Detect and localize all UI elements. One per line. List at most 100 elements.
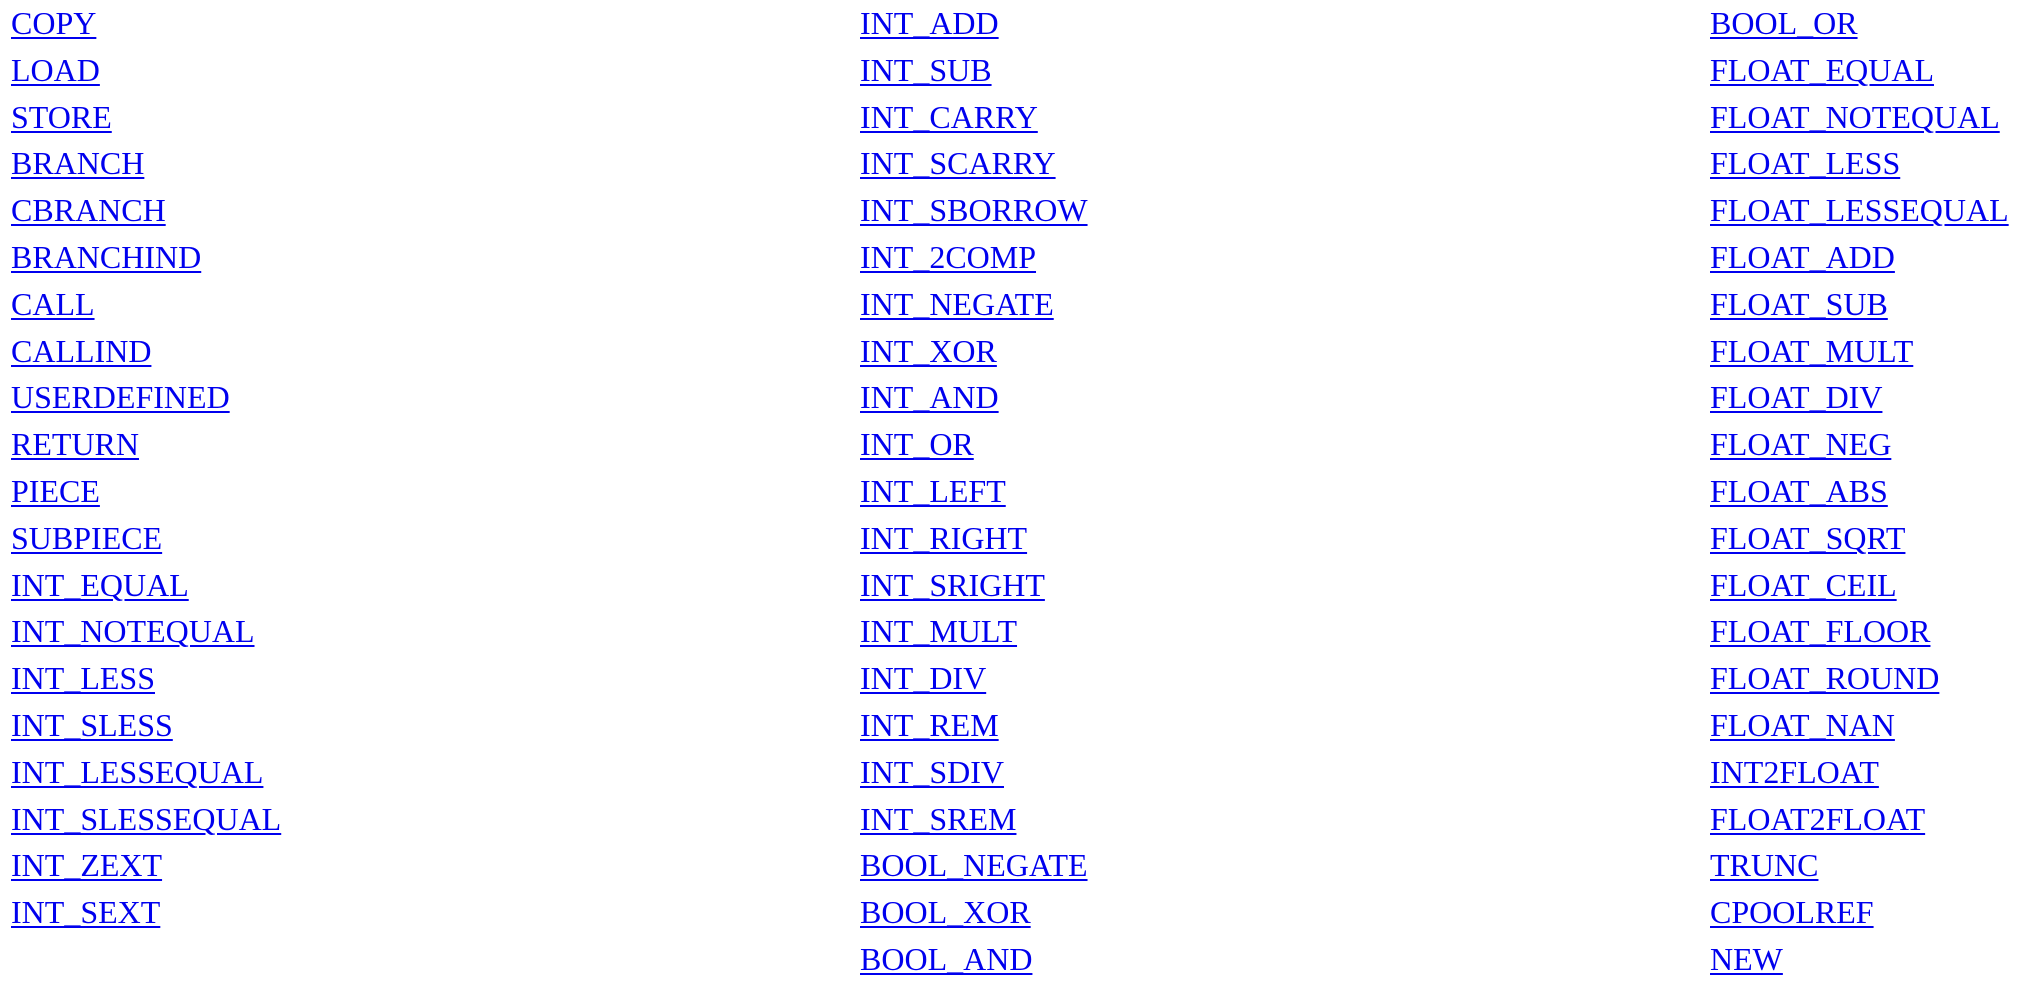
list-item: FLOAT_NEG <box>1710 424 2009 471</box>
opcode-link[interactable]: INT_NOTEQUAL <box>11 613 255 649</box>
opcode-link[interactable]: FLOAT_EQUAL <box>1710 52 1934 88</box>
list-item: INT_EQUAL <box>11 565 281 612</box>
opcode-link[interactable]: USERDEFINED <box>11 379 230 415</box>
opcode-link[interactable]: INT_MULT <box>860 613 1017 649</box>
opcode-link[interactable]: INT_LESS <box>11 660 155 696</box>
opcode-link[interactable]: FLOAT_SQRT <box>1710 520 1905 556</box>
opcode-link[interactable]: BOOL_AND <box>860 941 1032 977</box>
opcode-link[interactable]: FLOAT_ROUND <box>1710 660 1939 696</box>
opcode-link[interactable]: FLOAT_NAN <box>1710 707 1895 743</box>
opcode-link[interactable]: INT_SDIV <box>860 754 1004 790</box>
list-item: BOOL_AND <box>860 939 1088 986</box>
opcode-link[interactable]: INT_SREM <box>860 801 1016 837</box>
list-item: BOOL_XOR <box>860 892 1088 939</box>
list-item: FLOAT_NAN <box>1710 705 2009 752</box>
opcode-link[interactable]: CALLIND <box>11 333 151 369</box>
opcode-link[interactable]: BOOL_OR <box>1710 5 1858 41</box>
opcode-link[interactable]: RETURN <box>11 426 139 462</box>
list-item: INT2FLOAT <box>1710 752 2009 799</box>
opcode-link[interactable]: CALL <box>11 286 95 322</box>
opcode-link[interactable]: FLOAT_NEG <box>1710 426 1891 462</box>
opcode-link[interactable]: FLOAT_LESS <box>1710 145 1900 181</box>
opcode-link[interactable]: INT_XOR <box>860 333 997 369</box>
opcode-link[interactable]: BRANCHIND <box>11 239 201 275</box>
list-item: FLOAT_NOTEQUAL <box>1710 97 2009 144</box>
opcode-link[interactable]: FLOAT_DIV <box>1710 379 1882 415</box>
list-item: TRUNC <box>1710 845 2009 892</box>
list-item: INT_OR <box>860 424 1088 471</box>
opcode-link[interactable]: INT_ZEXT <box>11 847 162 883</box>
opcode-link[interactable]: INT_ADD <box>860 5 999 41</box>
opcode-link[interactable]: NEW <box>1710 941 1783 977</box>
opcode-link[interactable]: COPY <box>11 5 96 41</box>
opcode-link[interactable]: FLOAT_CEIL <box>1710 567 1897 603</box>
list-item: INT_SDIV <box>860 752 1088 799</box>
opcode-link[interactable]: INT_NEGATE <box>860 286 1054 322</box>
link-column-3: BOOL_OR FLOAT_EQUAL FLOAT_NOTEQUAL FLOAT_LE… <box>1710 3 2009 986</box>
opcode-link[interactable]: INT_CARRY <box>860 99 1038 135</box>
list-item: CALLIND <box>11 331 281 378</box>
list-item: INT_ZEXT <box>11 845 281 892</box>
list-item: PIECE <box>11 471 281 518</box>
opcode-link[interactable]: TRUNC <box>1710 847 1818 883</box>
opcode-link[interactable]: FLOAT_SUB <box>1710 286 1888 322</box>
opcode-link[interactable]: FLOAT_FLOOR <box>1710 613 1930 649</box>
list-item: NEW <box>1710 939 2009 986</box>
opcode-link[interactable]: INT_EQUAL <box>11 567 189 603</box>
list-item: LOAD <box>11 50 281 97</box>
list-item: FLOAT_MULT <box>1710 331 2009 378</box>
list-item: FLOAT_LESSEQUAL <box>1710 190 2009 237</box>
opcode-link[interactable]: FLOAT_MULT <box>1710 333 1913 369</box>
opcode-link[interactable]: BOOL_NEGATE <box>860 847 1088 883</box>
list-item: INT_NOTEQUAL <box>11 611 281 658</box>
opcode-link[interactable]: INT_AND <box>860 379 999 415</box>
opcode-link[interactable]: INT_SCARRY <box>860 145 1056 181</box>
list-item: INT_SCARRY <box>860 143 1088 190</box>
opcode-link[interactable]: INT_SRIGHT <box>860 567 1045 603</box>
opcode-link[interactable]: STORE <box>11 99 112 135</box>
opcode-link[interactable]: INT_2COMP <box>860 239 1036 275</box>
opcode-link[interactable]: FLOAT_NOTEQUAL <box>1710 99 2000 135</box>
opcode-link[interactable]: LOAD <box>11 52 100 88</box>
opcode-link[interactable]: INT_LESSEQUAL <box>11 754 263 790</box>
opcode-link[interactable]: INT_RIGHT <box>860 520 1027 556</box>
link-column-1: COPY LOAD STORE BRANCH CBRANCH BRANCHIND CALL C… <box>11 3 281 939</box>
opcode-link[interactable]: INT_SEXT <box>11 894 160 930</box>
opcode-link[interactable]: INT_DIV <box>860 660 986 696</box>
list-item: FLOAT_ROUND <box>1710 658 2009 705</box>
list-item: INT_CARRY <box>860 97 1088 144</box>
list-item: FLOAT_LESS <box>1710 143 2009 190</box>
opcode-link[interactable]: CPOOLREF <box>1710 894 1874 930</box>
opcode-link[interactable]: FLOAT_LESSEQUAL <box>1710 192 2009 228</box>
list-item: INT_XOR <box>860 331 1088 378</box>
list-item: FLOAT_DIV <box>1710 377 2009 424</box>
opcode-link[interactable]: CBRANCH <box>11 192 166 228</box>
opcode-link[interactable]: INT_SLESSEQUAL <box>11 801 281 837</box>
opcode-link[interactable]: BRANCH <box>11 145 144 181</box>
list-item: INT_SLESSEQUAL <box>11 799 281 846</box>
opcode-link[interactable]: PIECE <box>11 473 100 509</box>
list-item: CBRANCH <box>11 190 281 237</box>
opcode-link[interactable]: INT_SLESS <box>11 707 173 743</box>
list-item: BRANCHIND <box>11 237 281 284</box>
opcode-link[interactable]: FLOAT2FLOAT <box>1710 801 1925 837</box>
list-item: BRANCH <box>11 143 281 190</box>
list-item: BOOL_NEGATE <box>860 845 1088 892</box>
opcode-link[interactable]: SUBPIECE <box>11 520 162 556</box>
opcode-link[interactable]: FLOAT_ABS <box>1710 473 1888 509</box>
opcode-link[interactable]: INT_SUB <box>860 52 992 88</box>
list-item: FLOAT_EQUAL <box>1710 50 2009 97</box>
opcode-link[interactable]: BOOL_XOR <box>860 894 1031 930</box>
list-item: INT_SUB <box>860 50 1088 97</box>
opcode-link[interactable]: INT_REM <box>860 707 999 743</box>
list-item: INT_SBORROW <box>860 190 1088 237</box>
opcode-link[interactable]: INT_SBORROW <box>860 192 1088 228</box>
list-item: INT_SEXT <box>11 892 281 939</box>
opcode-link[interactable]: FLOAT_ADD <box>1710 239 1895 275</box>
opcode-link[interactable]: INT_LEFT <box>860 473 1006 509</box>
opcode-link[interactable]: INT2FLOAT <box>1710 754 1879 790</box>
opcode-link[interactable]: INT_OR <box>860 426 974 462</box>
list-item: INT_SRIGHT <box>860 565 1088 612</box>
list-item: FLOAT_SQRT <box>1710 518 2009 565</box>
list-item: RETURN <box>11 424 281 471</box>
